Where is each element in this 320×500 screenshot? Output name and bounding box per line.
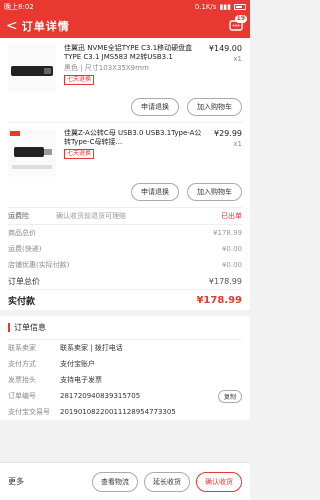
summary-value: ¥178.99 <box>213 229 242 237</box>
product-item[interactable]: 佳翼Z-A公转C母 USB3.0 USB3.1Type-A公转Type-C母转接… <box>0 123 250 181</box>
info-row: 支付方式 支付宝账户 <box>0 356 250 372</box>
product-price: ¥149.00 <box>208 44 242 53</box>
add-to-cart-button[interactable]: 加入购物车 <box>187 183 242 201</box>
info-key: 联系卖家 <box>8 344 36 352</box>
info-value: 支付宝账户 <box>60 360 95 368</box>
paid-row: 实付款 ¥178.99 <box>0 290 250 310</box>
product-price-block: ¥29.99 x1 <box>214 129 242 148</box>
summary-value: ¥0.00 <box>221 245 242 253</box>
summary-value: ¥178.99 <box>208 276 242 286</box>
apply-return-button[interactable]: 申请退换 <box>131 98 179 116</box>
summary-row: 商品总价 ¥178.99 <box>0 225 250 241</box>
shipping-insurance-row[interactable]: 运费险 确认收货前退货可理赔 已出单 <box>0 208 250 224</box>
summary-row: 店铺优惠(实际付款) ¥0.00 <box>0 257 250 273</box>
summary-label: 订单总价 <box>8 276 40 286</box>
product-actions: 申请退换 加入购物车 <box>0 96 250 122</box>
product-item[interactable]: 佳翼迅 NVME全铝TYPE C3.1移动硬盘盒TYPE C3.1 JMS583… <box>0 38 250 96</box>
order-number: 281720940839315705 <box>60 392 141 400</box>
info-value: 支持电子发票 <box>60 376 102 384</box>
product-title: 佳翼Z-A公转C母 USB3.0 USB3.1Type-A公转Type-C母转接… <box>64 129 202 146</box>
page-title: 订单详情 <box>21 20 70 33</box>
alipay-trade-number: 20190108220011128954773305 <box>60 408 176 416</box>
paid-value: ¥178.99 <box>196 294 242 306</box>
product-actions: 申请退换 加入购物车 <box>0 181 250 207</box>
return-tag: 七天退换 <box>64 149 95 159</box>
shipping-insurance-desc: 确认收货前退货可理赔 <box>56 212 126 220</box>
usb-adapter-image <box>8 129 56 177</box>
info-row: 订单编号 281720940839315705 复制 <box>0 388 250 404</box>
order-info-header: 订单信息 <box>0 316 250 339</box>
product-spec: 黑色 | 尺寸103X35X9mm <box>64 64 149 72</box>
product-thumbnail[interactable] <box>8 129 56 177</box>
network-speed: 0.1K/s <box>194 3 217 11</box>
summary-row: 订单总价 ¥178.99 <box>0 273 250 289</box>
info-key: 订单编号 <box>8 392 36 400</box>
title-bar: < 订单详情 19 <box>0 14 250 38</box>
order-info-card: 订单信息 联系卖家 联系卖家 | 拨打电话 支付方式 支付宝账户 发票抬头 支持… <box>0 316 250 420</box>
summary-label: 店铺优惠(实际付款) <box>8 261 70 269</box>
info-key: 发票抬头 <box>8 376 36 384</box>
shipping-insurance-status: 已出单 <box>221 212 242 220</box>
back-button[interactable]: < <box>6 19 18 33</box>
product-price-block: ¥149.00 x1 <box>209 44 242 63</box>
product-qty: x1 <box>233 55 242 63</box>
info-row: 联系卖家 联系卖家 | 拨打电话 <box>0 340 250 356</box>
view-logistics-button[interactable]: 查看物流 <box>92 471 138 492</box>
bottom-action-bar: 更多 查看物流 延长收货 确认收货 <box>0 462 250 500</box>
paid-label: 实付款 <box>8 296 36 307</box>
summary-label: 商品总价 <box>8 229 36 237</box>
copy-button[interactable]: 复制 <box>217 389 242 403</box>
product-thumbnail[interactable] <box>8 44 56 92</box>
info-key: 支付宝交易号 <box>8 408 50 416</box>
order-content: 佳翼迅 NVME全铝TYPE C3.1移动硬盘盒TYPE C3.1 JMS583… <box>0 38 250 462</box>
product-price: ¥29.99 <box>214 129 242 138</box>
summary-row: 运费(快递) ¥0.00 <box>0 241 250 257</box>
more-button[interactable]: 更多 <box>8 476 24 487</box>
product-title: 佳翼迅 NVME全铝TYPE C3.1移动硬盘盒TYPE C3.1 JMS583… <box>64 44 193 61</box>
heading-accent <box>8 323 10 332</box>
order-info-title: 订单信息 <box>14 323 46 332</box>
shipping-insurance-label: 运费险 <box>8 212 29 220</box>
message-badge: 19 <box>234 15 247 23</box>
confirm-receipt-button[interactable]: 确认收货 <box>196 471 242 492</box>
info-key: 支付方式 <box>8 360 36 368</box>
ssd-enclosure-image <box>8 44 56 92</box>
return-tag: 七天退换 <box>64 75 95 85</box>
summary-label: 运费(快递) <box>8 245 42 253</box>
info-row: 支付宝交易号 20190108220011128954773305 <box>0 404 250 420</box>
apply-return-button[interactable]: 申请退换 <box>131 183 179 201</box>
summary-value: ¥0.00 <box>221 261 242 269</box>
product-list: 佳翼迅 NVME全铝TYPE C3.1移动硬盘盒TYPE C3.1 JMS583… <box>0 38 250 310</box>
add-to-cart-button[interactable]: 加入购物车 <box>187 98 242 116</box>
info-value[interactable]: 联系卖家 | 拨打电话 <box>60 343 242 353</box>
extend-receipt-button[interactable]: 延长收货 <box>144 471 190 492</box>
status-time: 晚上8:02 <box>4 3 34 11</box>
message-button[interactable]: 19 <box>228 15 247 34</box>
info-row: 发票抬头 支持电子发票 <box>0 372 250 388</box>
product-qty: x1 <box>233 140 242 148</box>
status-right: 0.1K/s ▮▮▮ <box>195 3 246 11</box>
battery-icon <box>234 4 246 10</box>
status-bar: 晚上8:02 0.1K/s ▮▮▮ <box>0 0 250 14</box>
signal-icon: ▮▮▮ <box>219 3 231 11</box>
